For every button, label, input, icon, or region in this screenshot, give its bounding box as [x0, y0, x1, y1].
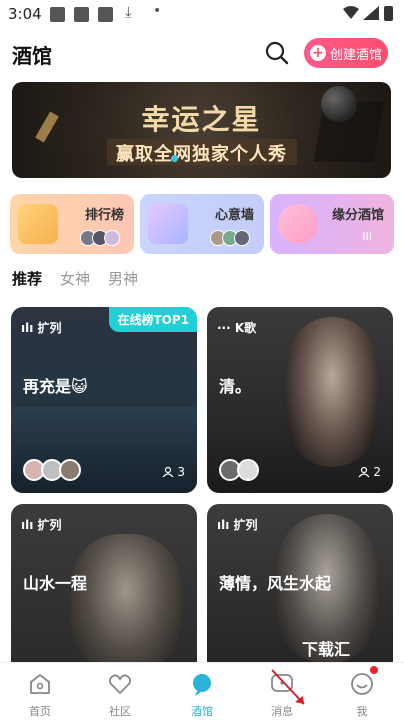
room-name: 薄情，风生水起 — [219, 574, 332, 593]
room-card[interactable]: ··· K歌 清。 2 — [207, 307, 393, 493]
card-photo — [71, 534, 181, 664]
room-name: 山水一程 — [23, 574, 88, 593]
wifi-icon — [343, 6, 359, 19]
bubble-icon — [278, 204, 318, 244]
tab-label: 我 — [356, 705, 368, 718]
pointer-arrow-icon — [271, 669, 305, 705]
search-icon[interactable] — [264, 40, 290, 66]
notification-icon — [74, 7, 89, 22]
category-wish-wall[interactable]: 心意墙 — [140, 194, 264, 254]
people-count-value: 2 — [373, 465, 381, 479]
tab-god[interactable]: 男神 — [108, 268, 138, 290]
category-fate-bar[interactable]: 缘分酒馆 III — [270, 194, 394, 254]
plus-icon: + — [309, 45, 326, 61]
header: 酒馆 + 创建酒馆 — [0, 28, 404, 76]
avatar-group — [23, 459, 81, 481]
watermark: 下载汇 — [302, 640, 351, 659]
avatar-group — [210, 230, 250, 246]
tab-label: 酒馆 — [191, 705, 213, 718]
category-row: 排行榜 心意墙 缘分酒馆 III — [10, 194, 394, 254]
tab-community[interactable]: 社区 — [90, 669, 150, 718]
room-name: 再充是😺 — [23, 377, 88, 396]
person-icon — [162, 466, 174, 478]
create-bar-button[interactable]: + 创建酒馆 — [304, 38, 388, 68]
avatar-group — [219, 459, 259, 481]
heart-icon — [108, 674, 132, 695]
category-count: III — [362, 230, 372, 243]
room-tag: ılı 扩列 — [217, 518, 258, 532]
avatar — [59, 459, 81, 481]
download-icon: ⤓ — [125, 3, 132, 21]
trophy-icon — [18, 204, 58, 244]
people-count-value: 3 — [177, 465, 185, 479]
status-time: 3:04 — [8, 5, 42, 23]
tab-bar[interactable]: 酒馆 — [172, 669, 232, 718]
category-ranking[interactable]: 排行榜 — [10, 194, 134, 254]
room-tag: ılı 扩列 — [21, 518, 62, 532]
avatar — [104, 230, 120, 246]
notification-icon — [98, 7, 113, 22]
person-icon — [358, 466, 370, 478]
card-photo — [287, 317, 377, 467]
card-icon — [148, 204, 188, 244]
category-label: 心意墙 — [214, 208, 254, 223]
bar-icon — [193, 674, 211, 696]
avatar-group — [80, 230, 120, 246]
room-card[interactable]: ılı 扩列 薄情，风生水起 — [207, 504, 393, 664]
avatar — [234, 230, 250, 246]
rank-badge: 在线榜TOP1 — [109, 307, 197, 332]
home-icon — [30, 674, 50, 694]
tab-home[interactable]: 首页 — [10, 669, 70, 718]
category-label: 排行榜 — [84, 208, 124, 223]
tab-me[interactable]: 我 — [332, 669, 392, 718]
create-bar-label: 创建酒馆 — [329, 47, 382, 63]
page-title: 酒馆 — [12, 44, 52, 68]
room-name: 清。 — [219, 377, 252, 396]
bottom-tab-bar: 首页 社区 酒馆 消息 我 — [0, 662, 404, 720]
tab-recommend[interactable]: 推荐 — [12, 268, 42, 290]
profile-icon — [351, 673, 373, 695]
avatar — [237, 459, 259, 481]
room-tabs: 推荐 女神 男神 — [12, 268, 138, 290]
room-card[interactable]: 在线榜TOP1 ılı 扩列 再充是😺 3 — [11, 307, 197, 493]
notification-dot — [370, 666, 378, 674]
banner-indicator — [171, 155, 178, 162]
tab-label: 首页 — [29, 705, 51, 718]
room-card[interactable]: ılı 扩列 山水一程 — [11, 504, 197, 664]
tab-label: 社区 — [109, 705, 131, 718]
battery-icon — [384, 6, 393, 21]
status-bar: 3:04 ⤓ • — [0, 0, 404, 28]
banner[interactable]: 幸运之星 赢取全网独家个人秀 — [12, 82, 391, 178]
room-tag: ··· K歌 — [217, 321, 257, 335]
banner-subtitle: 赢取全网独家个人秀 — [116, 144, 287, 165]
category-label: 缘分酒馆 — [331, 208, 384, 223]
people-count: 2 — [358, 465, 381, 479]
people-count: 3 — [162, 465, 185, 479]
signal-icon — [363, 6, 379, 20]
dot-icon: • — [153, 3, 162, 19]
banner-title: 幸运之星 — [141, 103, 262, 136]
notification-icon — [50, 7, 65, 22]
tab-goddess[interactable]: 女神 — [60, 268, 90, 290]
room-tag: ılı 扩列 — [21, 321, 62, 335]
